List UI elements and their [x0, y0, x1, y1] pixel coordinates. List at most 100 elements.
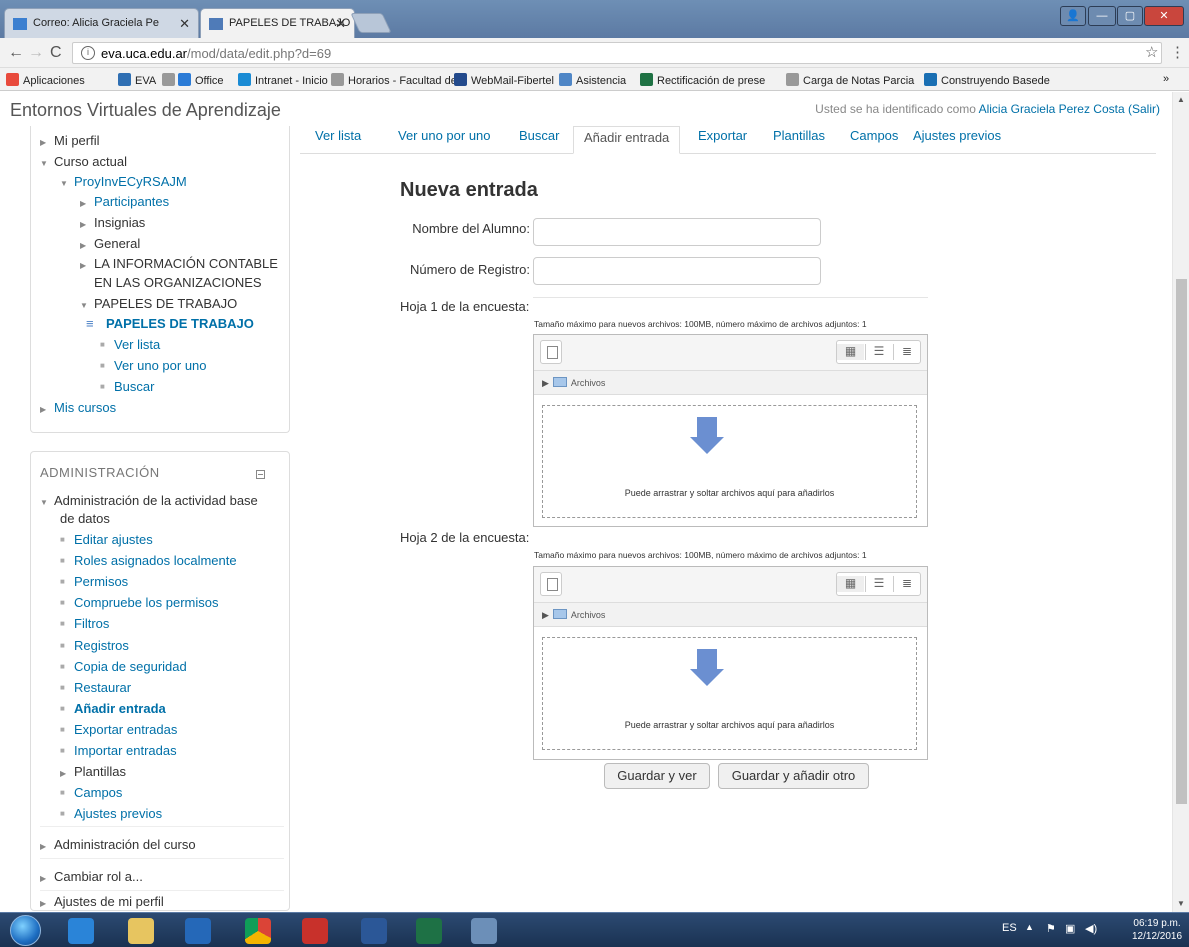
minimize-window-button[interactable]: —: [1088, 6, 1116, 26]
word-icon[interactable]: [361, 918, 387, 944]
start-button[interactable]: [10, 915, 41, 946]
media-player-icon[interactable]: [185, 918, 211, 944]
tab-6[interactable]: Campos: [850, 128, 898, 143]
paint-icon[interactable]: [471, 918, 497, 944]
nav-item[interactable]: ▶ Participantes: [80, 194, 169, 209]
user-link[interactable]: Alicia Graciela Perez Costa: [979, 102, 1125, 116]
logout-link[interactable]: (Salir): [1128, 102, 1160, 116]
user-icon[interactable]: 👤: [1060, 6, 1086, 26]
registration-number-input[interactable]: [533, 257, 821, 285]
site-name[interactable]: Entornos Virtuales de Aprendizaje: [10, 100, 281, 121]
nav-item[interactable]: ▶ Mis cursos: [40, 400, 116, 415]
add-file-icon[interactable]: [540, 572, 562, 596]
list-view-icon[interactable]: ☰: [865, 344, 892, 360]
admin-item[interactable]: ■ Filtros: [60, 616, 109, 631]
nav-item[interactable]: ▼ Curso actual: [40, 154, 127, 169]
bookmark-item[interactable]: Aplicaciones: [6, 73, 85, 87]
ie-icon[interactable]: [68, 918, 94, 944]
admin-item[interactable]: ■ Compruebe los permisos: [60, 595, 219, 610]
action-center-icon[interactable]: ⚑: [1046, 922, 1056, 935]
tab-4[interactable]: Exportar: [698, 128, 747, 143]
admin-course[interactable]: ▶ Administración del curso: [40, 837, 196, 852]
tab-papeles[interactable]: PAPELES DE TRABAJO ✕: [200, 8, 355, 38]
bookmark-item[interactable]: Intranet - Inicio: [238, 73, 328, 87]
admin-item[interactable]: ■ Añadir entrada: [60, 701, 166, 716]
maximize-window-button[interactable]: ▢: [1117, 6, 1143, 26]
more-bookmarks-icon[interactable]: »: [1163, 73, 1169, 85]
volume-icon[interactable]: ◀): [1085, 922, 1097, 935]
admin-switch-role[interactable]: ▶ Cambiar rol a...: [40, 869, 143, 884]
clock[interactable]: 06:19 p.m. 12/12/2016: [1132, 917, 1182, 943]
bookmark-item[interactable]: Horarios - Facultad de: [331, 73, 457, 87]
tab-7[interactable]: Ajustes previos: [913, 128, 1001, 143]
collapse-block-icon[interactable]: [256, 470, 265, 479]
tree-view-icon[interactable]: ≣: [893, 344, 920, 360]
nav-item[interactable]: ■ Ver uno por uno: [100, 358, 207, 373]
nav-item[interactable]: ▶ Insignias: [80, 215, 145, 230]
admin-item[interactable]: ■ Permisos: [60, 574, 128, 589]
chrome-icon[interactable]: [245, 918, 271, 944]
admin-profile-settings[interactable]: ▶ Ajustes de mi perfil: [40, 894, 164, 909]
folder-path[interactable]: ▶ Archivos: [534, 603, 927, 627]
scrollbar-thumb[interactable]: [1176, 279, 1187, 804]
new-tab-button[interactable]: [350, 13, 392, 33]
bookmark-item[interactable]: [162, 73, 179, 87]
tray-arrow-icon[interactable]: ▲: [1025, 922, 1034, 932]
admin-item[interactable]: ■ Copia de seguridad: [60, 659, 187, 674]
reload-icon[interactable]: C: [50, 44, 62, 62]
close-window-button[interactable]: ✕: [1144, 6, 1184, 26]
nav-item[interactable]: ▶ LA INFORMACIÓN CONTABLE: [80, 256, 278, 271]
admin-item[interactable]: ■ Ajustes previos: [60, 806, 162, 821]
nav-item[interactable]: ≡ PAPELES DE TRABAJO: [86, 316, 254, 331]
icons-view-icon[interactable]: ▦: [837, 344, 864, 360]
save-and-view-button[interactable]: Guardar y ver: [604, 763, 710, 789]
tree-view-icon[interactable]: ≣: [893, 576, 920, 592]
info-icon[interactable]: i: [81, 46, 95, 60]
scroll-up-icon[interactable]: ▲: [1177, 95, 1185, 104]
admin-item[interactable]: ■ Roles asignados localmente: [60, 553, 237, 568]
admin-item[interactable]: ■ Importar entradas: [60, 743, 177, 758]
admin-item[interactable]: ■ Editar ajustes: [60, 532, 153, 547]
save-and-add-another-button[interactable]: Guardar y añadir otro: [718, 763, 869, 789]
tab-1[interactable]: Ver uno por uno: [398, 128, 491, 143]
bookmark-item[interactable]: WebMail-Fibertel: [454, 73, 554, 87]
scroll-down-icon[interactable]: ▼: [1177, 899, 1185, 908]
icons-view-icon[interactable]: ▦: [837, 576, 864, 592]
bookmark-item[interactable]: Carga de Notas Parcia: [786, 73, 914, 87]
tab-5[interactable]: Plantillas: [773, 128, 825, 143]
nav-item[interactable]: ■ Ver lista: [100, 337, 160, 352]
nav-item[interactable]: ▼ PAPELES DE TRABAJO: [80, 296, 237, 311]
acrobat-icon[interactable]: [302, 918, 328, 944]
language-indicator[interactable]: ES: [1002, 922, 1017, 934]
bookmark-star-icon[interactable]: ☆: [1145, 43, 1158, 61]
admin-item[interactable]: ■ Registros: [60, 638, 129, 653]
folder-path[interactable]: ▶ Archivos: [534, 371, 927, 395]
admin-item[interactable]: ■ Restaurar: [60, 680, 131, 695]
bookmark-item[interactable]: Rectificación de prese: [640, 73, 765, 87]
bookmark-item[interactable]: Office: [178, 73, 224, 87]
nav-item[interactable]: ▶ General: [80, 236, 140, 251]
nav-item[interactable]: EN LAS ORGANIZACIONES: [94, 275, 262, 290]
network-icon[interactable]: ▣: [1065, 922, 1075, 935]
file-drop-zone[interactable]: Puede arrastrar y soltar archivos aquí p…: [542, 637, 917, 750]
admin-item[interactable]: ▶ Plantillas: [60, 764, 126, 779]
back-icon[interactable]: ←: [8, 44, 24, 62]
tab-3[interactable]: Añadir entrada: [573, 126, 681, 154]
explorer-icon[interactable]: [128, 918, 154, 944]
url-bar[interactable]: i eva.uca.edu.ar/mod/data/edit.php?d=69: [72, 42, 1162, 64]
nav-item[interactable]: ▶ Mi perfil: [40, 133, 100, 148]
admin-item[interactable]: ■ Exportar entradas: [60, 722, 177, 737]
browser-menu-icon[interactable]: ⋮: [1170, 43, 1185, 61]
nav-item[interactable]: ▼ ProyInvECyRSAJM: [60, 174, 187, 189]
page-scrollbar[interactable]: ▲ ▼: [1172, 92, 1189, 912]
file-drop-zone[interactable]: Puede arrastrar y soltar archivos aquí p…: [542, 405, 917, 518]
close-tab-icon[interactable]: ✕: [335, 16, 346, 32]
bookmark-item[interactable]: Construyendo Basede: [924, 73, 1050, 87]
student-name-input[interactable]: [533, 218, 821, 246]
forward-icon[interactable]: →: [28, 44, 44, 62]
nav-item[interactable]: ■ Buscar: [100, 379, 154, 394]
add-file-icon[interactable]: [540, 340, 562, 364]
bookmark-item[interactable]: EVA: [118, 73, 156, 87]
tab-2[interactable]: Buscar: [519, 128, 559, 143]
close-tab-icon[interactable]: ✕: [179, 16, 190, 32]
